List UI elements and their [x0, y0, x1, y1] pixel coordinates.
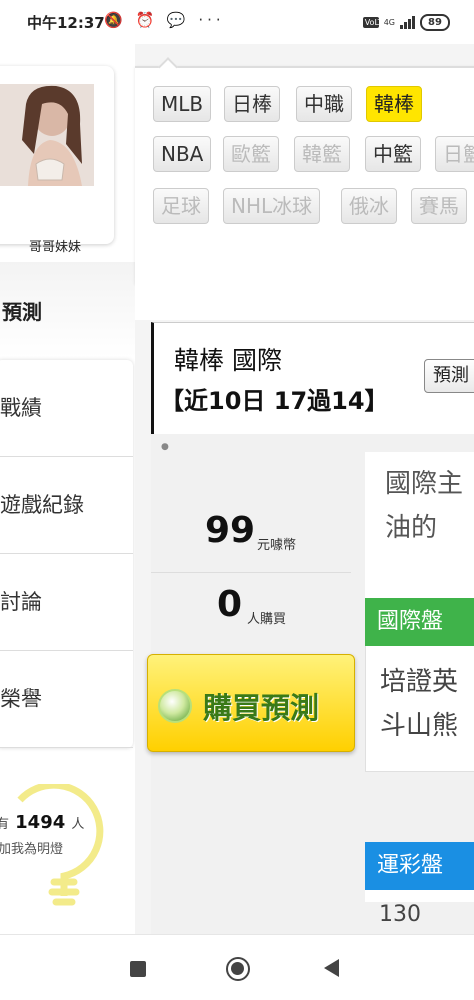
profile-name: 哥哥妹妹 [28, 240, 81, 255]
fans-count: 1494 [15, 812, 66, 833]
navigation-bar [0, 934, 474, 1000]
fans-suffix: 人 [71, 817, 85, 832]
sidebar-item-record[interactable]: 戰績 [0, 360, 133, 457]
divider [151, 572, 351, 573]
predict-button[interactable]: 預測 [424, 359, 474, 393]
main-content: MLB 日棒 中職 韓棒 NBA 歐籃 韓籃 中籃 日籃 足球 NHL冰球 俄冰… [135, 44, 474, 934]
info-title: 國際主 油的 [385, 469, 464, 543]
recent-record: 【近10日 17過14】 [160, 387, 389, 415]
sidebar-item-game-history[interactable]: 遊戲紀錄 [0, 457, 133, 554]
tab-euro-basketball[interactable]: 歐籃 [223, 136, 279, 172]
section-gap [135, 284, 474, 320]
fans-lightbulb[interactable]: 有 1494 人 加我為明燈 [0, 784, 135, 934]
coin-icon [158, 689, 192, 723]
detail-header: 韓棒 國際 【近10日 17過14】 預測 [151, 322, 474, 434]
intl-board-text: 培證英 斗山熊 [380, 667, 459, 741]
buyers-count: 0 [217, 584, 243, 625]
fans-count-line: 有 1494 人 [0, 812, 84, 833]
pin-icon: ● [161, 442, 169, 452]
sidebar-menu: 戰績 遊戲紀錄 討論 榮譽 [0, 360, 133, 748]
left-sidebar: 哥哥妹妹 預測 戰績 遊戲紀錄 討論 榮譽 有 1494 人 加我為明燈 [0, 44, 135, 934]
tab-npb[interactable]: 日棒 [224, 86, 280, 122]
tab-mlb[interactable]: MLB [153, 86, 212, 122]
sports-board-header: 運彩盤 [365, 842, 474, 890]
prediction-detail: 韓棒 國際 【近10日 17過14】 預測 ● 99 元噱幣 0 人購買 購買預… [147, 322, 474, 934]
tab-soccer[interactable]: 足球 [153, 188, 209, 224]
battery-icon: 89 [420, 13, 450, 31]
home-icon[interactable] [226, 957, 250, 981]
buyers-unit: 人購買 [247, 612, 287, 627]
signal-icon [400, 15, 415, 29]
status-right: VoLTE 4G 89 [362, 12, 450, 32]
status-time: 中午12:37 [27, 14, 105, 32]
fans-subtitle: 加我為明燈 [0, 842, 64, 857]
back-icon[interactable] [324, 959, 339, 977]
fans-prefix: 有 [0, 817, 10, 832]
avatar[interactable] [0, 84, 94, 186]
sidebar-heading: 預測 [2, 300, 42, 324]
sidebar-item-honors[interactable]: 榮譽 [0, 651, 133, 748]
sidebar-item-discussion[interactable]: 討論 [0, 554, 133, 651]
lightbulb-icon [17, 784, 104, 906]
board-gap [365, 772, 474, 842]
tab-korea-basketball[interactable]: 韓籃 [294, 136, 350, 172]
tab-kbo[interactable]: 韓棒 [366, 86, 422, 122]
network-type: 4G [383, 17, 395, 27]
notification-icons: 🔕 ⏰ 💬 ··· [104, 11, 225, 29]
recent-apps-icon[interactable] [130, 961, 146, 977]
price-value: 99 [205, 510, 256, 551]
status-bar: 中午12:37 🔕 ⏰ 💬 ··· VoLTE 4G 89 [0, 0, 474, 44]
tab-nhl[interactable]: NHL冰球 [223, 188, 321, 224]
detail-title: 韓棒 國際 [174, 346, 282, 375]
volte-icon: VoLTE [362, 16, 388, 28]
info-card: 國際主 油的 國際盤 培證英 斗山熊 運彩盤 130 [365, 452, 474, 927]
intl-board-header: 國際盤 [365, 598, 474, 646]
sport-tab-panel: MLB 日棒 中職 韓棒 NBA 歐籃 韓籃 中籃 日籃 足球 NHL冰球 俄冰… [135, 57, 474, 284]
buy-prediction-label: 購買預測 [203, 691, 320, 725]
tab-horse-racing[interactable]: 賽馬 [411, 188, 467, 224]
intl-board-body: 培證英 斗山熊 [365, 646, 474, 772]
price-unit: 元噱幣 [257, 538, 297, 553]
profile-card[interactable]: 哥哥妹妹 [0, 66, 114, 255]
panel-notch [158, 57, 178, 77]
buy-prediction-button[interactable]: 購買預測 [147, 654, 355, 752]
tab-japan-basketball[interactable]: 日籃 [435, 136, 474, 172]
tab-cpbl[interactable]: 中職 [296, 86, 352, 122]
tab-russia-hockey[interactable]: 俄冰 [341, 188, 397, 224]
tab-china-basketball[interactable]: 中籃 [365, 136, 421, 172]
tab-nba[interactable]: NBA [153, 136, 212, 172]
sports-board-value: 130 [379, 902, 421, 927]
